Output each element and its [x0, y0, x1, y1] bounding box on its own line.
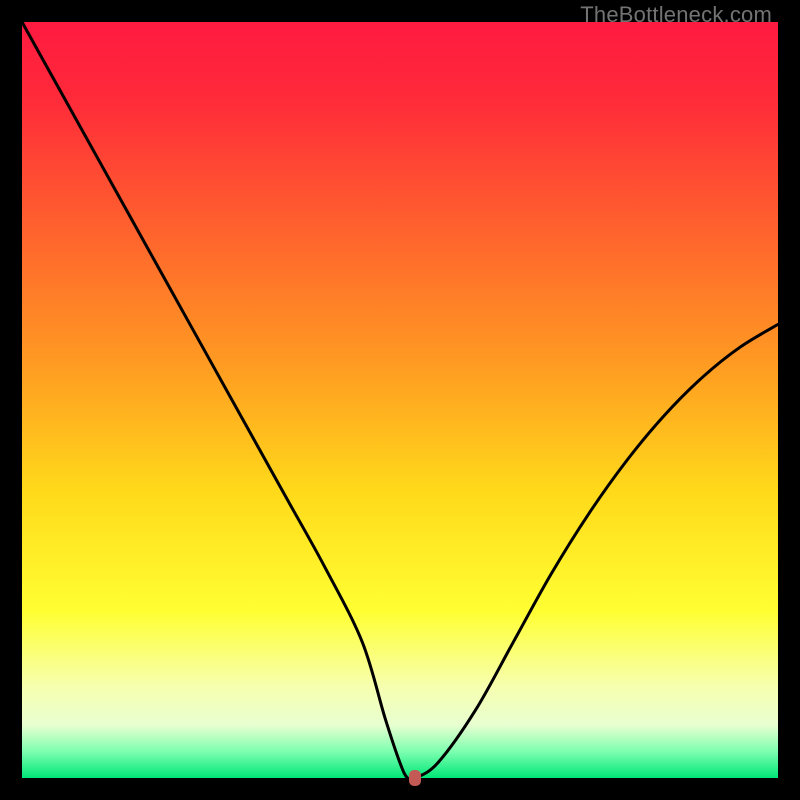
bottleneck-curve — [22, 22, 778, 778]
watermark-text: TheBottleneck.com — [580, 2, 772, 28]
plot-frame — [22, 22, 778, 778]
optimal-point-marker — [409, 770, 421, 786]
